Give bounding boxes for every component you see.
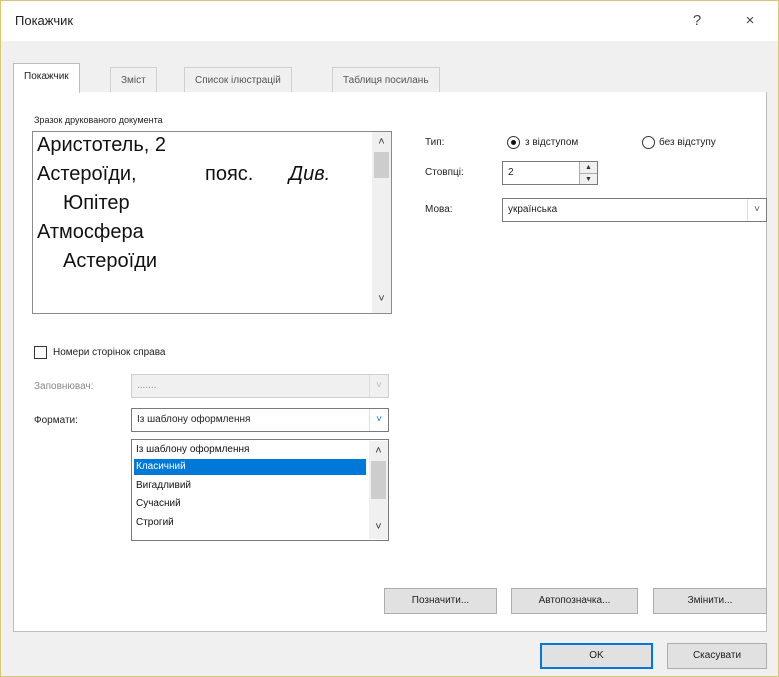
scroll-thumb[interactable] — [371, 461, 386, 499]
tab-table-of-authorities[interactable]: Таблиця посилань — [332, 67, 440, 93]
formats-dropdown[interactable]: Із шаблону оформлення ˅ — [131, 408, 389, 432]
run-in-radio[interactable] — [642, 136, 655, 149]
list-item[interactable]: Сучасний — [134, 496, 366, 512]
language-value: українська — [508, 204, 558, 215]
print-preview: Аристотель, 2 Астероїди, пояс. Див. Юпіт… — [32, 131, 392, 314]
indented-radio-label[interactable]: з відступом — [525, 137, 578, 148]
index-dialog: Покажчик ? × Покажчик Зміст Список ілюст… — [0, 0, 779, 677]
chevron-down-icon[interactable]: ˅ — [747, 199, 766, 221]
preview-line: Астероїди, — [37, 163, 137, 185]
preview-scrollbar[interactable]: ˄ ˅ — [372, 132, 391, 313]
columns-spinner[interactable]: ▲ ▼ — [579, 162, 597, 184]
scroll-up-icon[interactable]: ˄ — [370, 445, 387, 457]
preview-label: Зразок друкованого документа — [34, 115, 163, 125]
tab-index[interactable]: Покажчик — [13, 63, 80, 93]
page-numbers-right-label[interactable]: Номери сторінок справа — [53, 347, 166, 358]
formats-scrollbar[interactable]: ˄ ˅ — [369, 441, 388, 539]
filler-dropdown: ....... ˅ — [131, 374, 389, 398]
mark-entry-button[interactable]: Позначити... — [384, 588, 497, 614]
help-button[interactable]: ? — [683, 9, 711, 33]
language-dropdown[interactable]: українська ˅ — [502, 198, 767, 222]
scroll-down-icon[interactable]: ˅ — [370, 521, 387, 533]
spin-up-icon[interactable]: ▲ — [580, 162, 597, 174]
list-item-selected[interactable]: Класичний — [134, 459, 366, 475]
columns-spinbox[interactable]: 2 ▲ ▼ — [502, 161, 598, 185]
scroll-up-icon[interactable]: ˄ — [373, 136, 390, 148]
indented-radio[interactable] — [507, 136, 520, 149]
columns-label: Стовпці: — [425, 167, 464, 178]
cancel-button[interactable]: Скасувати — [667, 643, 767, 669]
preview-line: Юпітер — [63, 192, 130, 214]
formats-listbox[interactable]: Із шаблону оформлення Класичний Вигадлив… — [131, 439, 389, 541]
columns-value[interactable]: 2 — [508, 167, 514, 178]
tab-contents[interactable]: Зміст — [110, 67, 157, 93]
preview-line: Див. — [289, 163, 331, 185]
preview-line: Аристотель, 2 — [37, 134, 166, 156]
list-item[interactable]: Вигадливий — [134, 478, 366, 494]
formats-value: Із шаблону оформлення — [137, 414, 251, 425]
close-button[interactable]: × — [736, 9, 764, 33]
scroll-down-icon[interactable]: ˅ — [373, 293, 390, 305]
title-bar: Покажчик ? × — [1, 1, 778, 41]
filler-value: ....... — [137, 380, 157, 391]
spin-down-icon[interactable]: ▼ — [580, 174, 597, 185]
page-numbers-right-checkbox[interactable] — [34, 346, 47, 359]
language-label: Мова: — [425, 204, 453, 215]
run-in-radio-label[interactable]: без відступу — [659, 137, 716, 148]
radio-selected-dot — [511, 140, 516, 145]
ok-button[interactable]: OK — [540, 643, 653, 669]
filler-label: Заповнювач: — [34, 381, 94, 392]
automark-button[interactable]: Автопозначка... — [511, 588, 638, 614]
dialog-title: Покажчик — [15, 13, 74, 28]
preview-line: пояс. — [205, 163, 254, 185]
chevron-down-icon[interactable]: ˅ — [369, 409, 388, 431]
chevron-down-icon: ˅ — [369, 375, 388, 397]
formats-label: Формати: — [34, 415, 78, 426]
type-label: Тип: — [425, 137, 445, 148]
tab-list-of-figures[interactable]: Список ілюстрацій — [184, 67, 292, 93]
modify-button[interactable]: Змінити... — [653, 588, 767, 614]
preview-line: Астероїди — [63, 250, 158, 272]
list-item[interactable]: Строгий — [134, 515, 366, 531]
preview-line: Атмосфера — [37, 221, 144, 243]
scroll-thumb[interactable] — [374, 152, 389, 178]
list-item[interactable]: Із шаблону оформлення — [134, 442, 366, 458]
